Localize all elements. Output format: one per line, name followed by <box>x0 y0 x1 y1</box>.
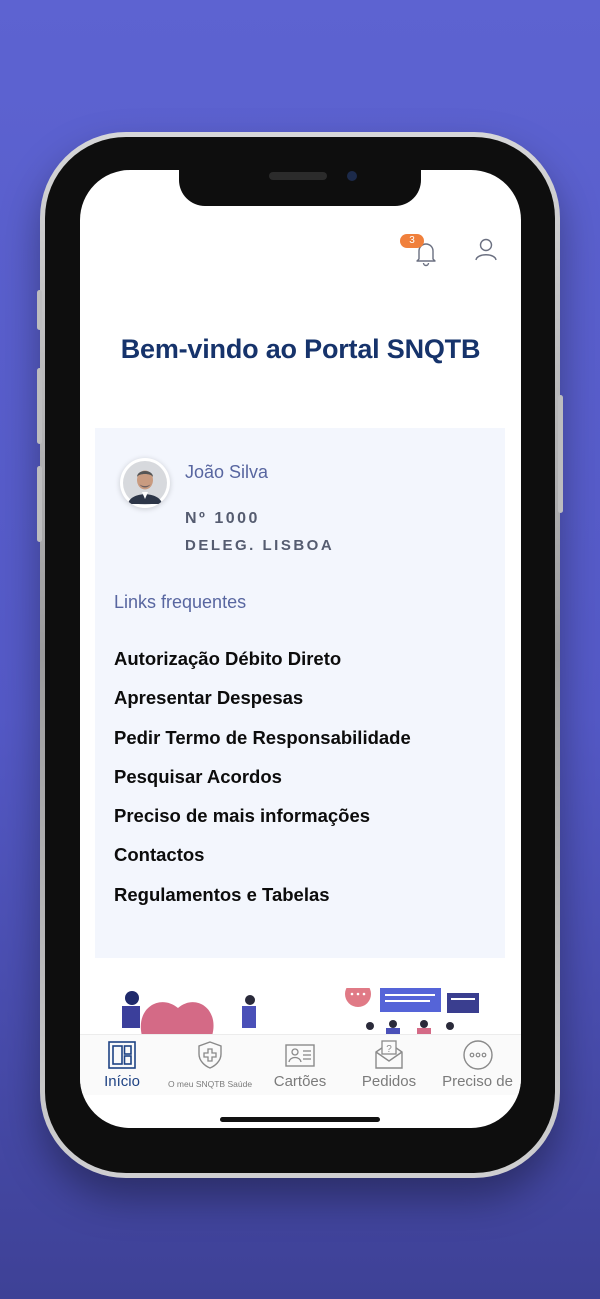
avatar <box>120 458 170 508</box>
tab-label: Início <box>104 1073 140 1090</box>
tab-label: Preciso de <box>442 1073 513 1090</box>
profile-button[interactable] <box>468 232 504 268</box>
envelope-question-icon: ? <box>375 1040 403 1069</box>
mute-switch <box>37 290 42 330</box>
app-screen: 3 Bem-vindo ao Portal SNQTB João Silva N… <box>80 170 521 1128</box>
links-heading: Links frequentes <box>114 592 247 612</box>
home-grid-icon <box>108 1041 136 1069</box>
volume-down-button <box>37 466 42 542</box>
link-contactos[interactable]: Contactos <box>114 844 411 883</box>
user-icon <box>475 238 497 261</box>
user-name: João Silva <box>185 462 269 482</box>
tab-inicio[interactable]: Início <box>80 1035 164 1095</box>
tab-cartoes[interactable]: Cartões <box>256 1035 344 1095</box>
volume-up-button <box>37 368 42 444</box>
id-card-icon <box>285 1044 315 1067</box>
community-illustration <box>122 988 479 1038</box>
tab-preciso-de[interactable]: Preciso de <box>434 1035 521 1095</box>
power-button <box>558 395 563 513</box>
tab-pedidos[interactable]: ? Pedidos <box>344 1035 434 1095</box>
tab-label: Pedidos <box>361 1073 417 1090</box>
welcome-title: Bem-vindo ao Portal SNQTB <box>120 334 481 364</box>
link-pedir-termo-responsabilidade[interactable]: Pedir Termo de Responsabilidade <box>114 727 411 766</box>
frequent-links-list: Autorização Débito Direto Apresentar Des… <box>114 648 411 923</box>
speaker-grille <box>269 172 327 180</box>
avatar-photo <box>123 461 167 505</box>
link-preciso-mais-informacoes[interactable]: Preciso de mais informações <box>114 805 411 844</box>
tab-o-meu-snqtb-saude[interactable]: O meu SNQTB Saúde <box>164 1035 256 1095</box>
profile-card: João Silva Nº 1000 DELEG. LISBOA Links f… <box>95 428 505 958</box>
front-camera <box>347 171 357 181</box>
member-number: Nº 1000 <box>185 510 260 527</box>
bottom-tab-bar: Início O meu SNQTB Saúde Cartões ? Pedid… <box>80 1034 521 1095</box>
notification-badge: 3 <box>400 234 424 248</box>
svg-text:?: ? <box>386 1044 392 1055</box>
link-autorizacao-debito-direto[interactable]: Autorização Débito Direto <box>114 648 411 687</box>
top-bar: 3 <box>80 230 521 280</box>
notch <box>179 168 421 206</box>
home-indicator[interactable] <box>220 1117 380 1122</box>
more-dots-icon <box>462 1040 493 1070</box>
link-apresentar-despesas[interactable]: Apresentar Despesas <box>114 687 411 726</box>
link-regulamentos-tabelas[interactable]: Regulamentos e Tabelas <box>114 884 411 923</box>
tab-label: O meu SNQTB Saúde <box>167 1079 253 1089</box>
delegation: DELEG. LISBOA <box>185 537 335 554</box>
health-shield-icon <box>198 1041 222 1069</box>
link-pesquisar-acordos[interactable]: Pesquisar Acordos <box>114 766 411 805</box>
tab-label: Cartões <box>273 1073 327 1090</box>
